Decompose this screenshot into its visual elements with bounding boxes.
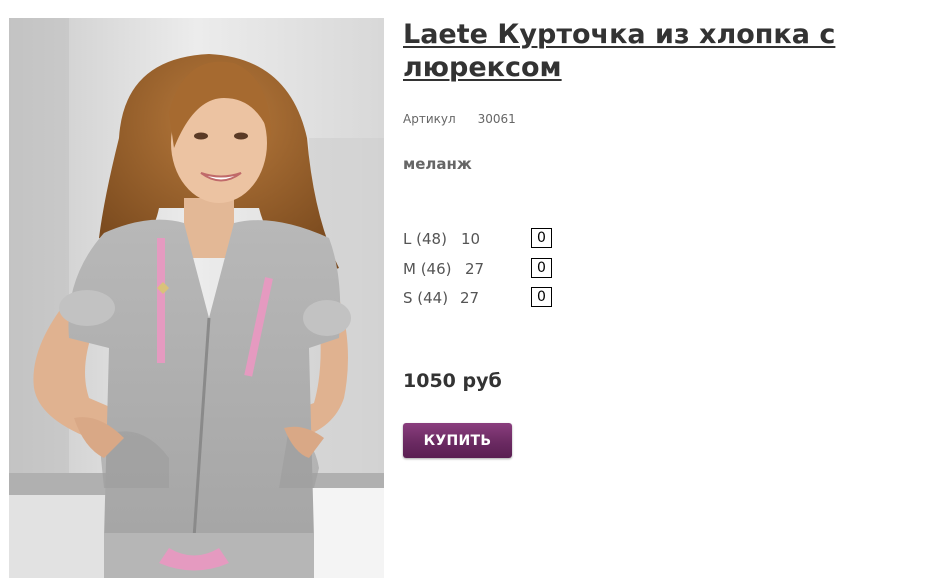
product-title-link[interactable]: Laete Курточка из хлопка с люрексом	[403, 18, 883, 84]
quantity-input-s[interactable]	[531, 287, 552, 307]
size-row-s: S (44) 27	[403, 286, 603, 316]
size-list: L (48) 10 M (46) 27 S (44) 27	[403, 227, 603, 316]
buy-button[interactable]: КУПИТЬ	[403, 423, 512, 458]
size-row-m: M (46) 27	[403, 257, 603, 287]
size-label: S (44)	[403, 289, 449, 307]
sku: Артикул 30061	[403, 112, 516, 126]
size-stock: 10	[461, 230, 481, 248]
size-row-l: L (48) 10	[403, 227, 603, 257]
size-stock: 27	[465, 259, 485, 278]
sku-value: 30061	[477, 112, 516, 126]
size-label: M (46)	[403, 259, 452, 278]
quantity-input-l[interactable]	[531, 228, 552, 248]
size-label: L (48)	[403, 230, 447, 248]
product-price: 1050 руб	[403, 370, 502, 392]
product-photo	[9, 18, 384, 578]
quantity-input-m[interactable]	[531, 257, 552, 278]
sku-label: Артикул	[403, 112, 456, 126]
size-stock: 27	[460, 289, 480, 307]
product-color: меланж	[403, 155, 472, 173]
product-page: Laete Курточка из хлопка с люрексом Арти…	[0, 0, 927, 584]
